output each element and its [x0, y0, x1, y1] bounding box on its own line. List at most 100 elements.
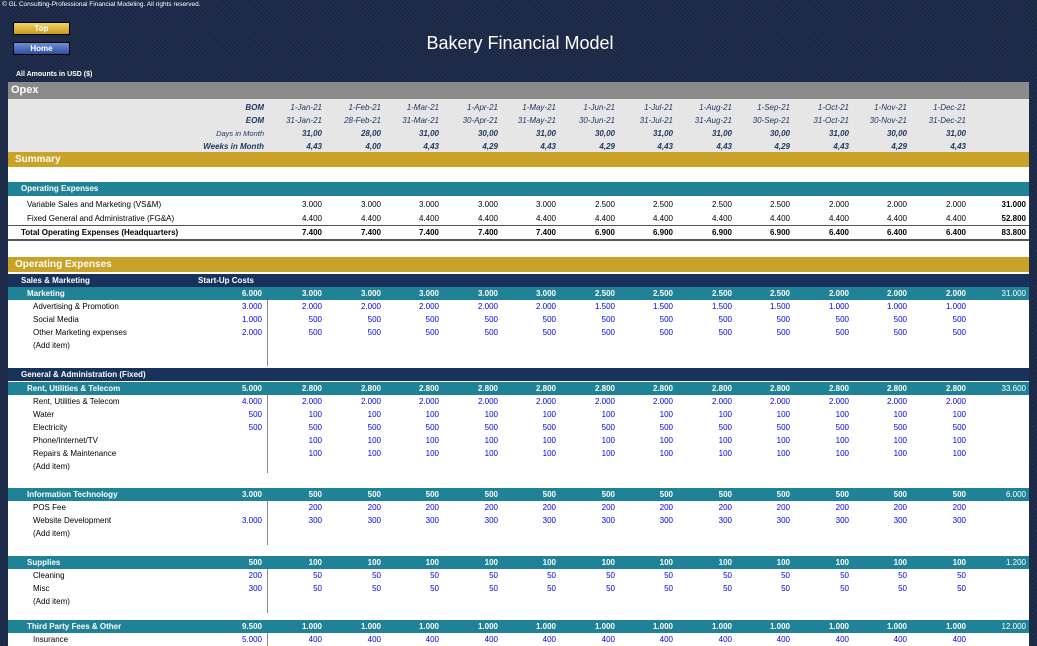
month-value[interactable]: 4.400 — [383, 212, 439, 225]
month-value[interactable]: 500 — [676, 421, 732, 434]
month-value[interactable]: 2.000 — [910, 198, 966, 211]
month-value[interactable]: 1-May-21 — [500, 101, 556, 114]
month-value[interactable]: 2.800 — [500, 382, 556, 395]
month-value[interactable]: 100 — [910, 447, 966, 460]
startup-cost[interactable]: 200 — [196, 569, 262, 582]
month-value[interactable]: 2.000 — [676, 395, 732, 408]
month-value[interactable]: 100 — [851, 434, 907, 447]
month-value[interactable]: 500 — [617, 488, 673, 501]
month-value[interactable]: 2.800 — [617, 382, 673, 395]
month-value[interactable]: 6.400 — [851, 226, 907, 239]
month-value[interactable]: 2.800 — [910, 382, 966, 395]
month-value[interactable]: 1.000 — [676, 620, 732, 633]
month-value[interactable]: 2.000 — [910, 287, 966, 300]
month-value[interactable]: 30-Jun-21 — [559, 114, 615, 127]
month-value[interactable]: 500 — [266, 326, 322, 339]
month-value[interactable]: 100 — [734, 447, 790, 460]
startup-cost[interactable]: 3.000 — [196, 514, 262, 527]
month-value[interactable]: 300 — [734, 514, 790, 527]
month-value[interactable]: 500 — [793, 313, 849, 326]
month-value[interactable]: 500 — [793, 421, 849, 434]
month-value[interactable]: 50 — [325, 569, 381, 582]
month-value[interactable]: 500 — [266, 421, 322, 434]
month-value[interactable]: 50 — [910, 582, 966, 595]
month-value[interactable]: 200 — [910, 501, 966, 514]
month-value[interactable]: 1.000 — [442, 620, 498, 633]
month-value[interactable]: 100 — [266, 408, 322, 421]
month-value[interactable]: 31,00 — [383, 127, 439, 140]
month-value[interactable]: 1.000 — [617, 620, 673, 633]
month-value[interactable]: 2.500 — [676, 287, 732, 300]
month-value[interactable]: 500 — [383, 488, 439, 501]
month-value[interactable]: 31,00 — [617, 127, 673, 140]
month-value[interactable]: 200 — [734, 501, 790, 514]
month-value[interactable]: 200 — [617, 501, 673, 514]
month-value[interactable]: 500 — [325, 421, 381, 434]
month-value[interactable]: 50 — [383, 582, 439, 595]
month-value[interactable]: 100 — [325, 434, 381, 447]
month-value[interactable]: 500 — [559, 488, 615, 501]
month-value[interactable]: 31,00 — [910, 127, 966, 140]
month-value[interactable]: 1-Nov-21 — [851, 101, 907, 114]
month-value[interactable]: 2.000 — [793, 198, 849, 211]
month-value[interactable]: 100 — [617, 556, 673, 569]
month-value[interactable]: 400 — [910, 633, 966, 646]
month-value[interactable]: 300 — [442, 514, 498, 527]
month-value[interactable]: 1-Jun-21 — [559, 101, 615, 114]
month-value[interactable]: 100 — [734, 556, 790, 569]
month-value[interactable]: 50 — [793, 582, 849, 595]
month-value[interactable]: 100 — [676, 556, 732, 569]
month-value[interactable]: 30-Nov-21 — [851, 114, 907, 127]
startup-cost[interactable]: 500 — [196, 408, 262, 421]
month-value[interactable]: 400 — [793, 633, 849, 646]
month-value[interactable]: 30-Sep-21 — [734, 114, 790, 127]
month-value[interactable]: 500 — [383, 421, 439, 434]
month-value[interactable]: 500 — [266, 488, 322, 501]
month-value[interactable]: 2.000 — [500, 300, 556, 313]
month-value[interactable]: 100 — [266, 434, 322, 447]
month-value[interactable]: 2.000 — [383, 395, 439, 408]
month-value[interactable]: 6.900 — [734, 226, 790, 239]
month-value[interactable]: 400 — [383, 633, 439, 646]
month-value[interactable]: 1.000 — [266, 620, 322, 633]
month-value[interactable]: 50 — [442, 569, 498, 582]
month-value[interactable]: 31,00 — [500, 127, 556, 140]
month-value[interactable]: 2.500 — [734, 287, 790, 300]
month-value[interactable]: 4.400 — [676, 212, 732, 225]
month-value[interactable]: 4.400 — [734, 212, 790, 225]
month-value[interactable]: 2.000 — [325, 395, 381, 408]
month-value[interactable]: 400 — [559, 633, 615, 646]
month-value[interactable]: 31,00 — [676, 127, 732, 140]
month-value[interactable]: 50 — [266, 582, 322, 595]
month-value[interactable]: 500 — [617, 421, 673, 434]
month-value[interactable]: 500 — [851, 421, 907, 434]
month-value[interactable]: 100 — [676, 447, 732, 460]
month-value[interactable]: 1.000 — [383, 620, 439, 633]
month-value[interactable]: 100 — [500, 447, 556, 460]
month-value[interactable]: 2.000 — [793, 287, 849, 300]
month-value[interactable]: 400 — [325, 633, 381, 646]
month-value[interactable]: 200 — [266, 501, 322, 514]
month-value[interactable]: 500 — [500, 488, 556, 501]
month-value[interactable]: 3.000 — [266, 198, 322, 211]
month-value[interactable]: 100 — [442, 447, 498, 460]
month-value[interactable]: 1.000 — [559, 620, 615, 633]
month-value[interactable]: 2.500 — [617, 287, 673, 300]
month-value[interactable]: 100 — [617, 434, 673, 447]
month-value[interactable]: 30,00 — [442, 127, 498, 140]
month-value[interactable]: 100 — [500, 408, 556, 421]
month-value[interactable]: 300 — [617, 514, 673, 527]
month-value[interactable]: 31-Aug-21 — [676, 114, 732, 127]
month-value[interactable]: 100 — [325, 556, 381, 569]
month-value[interactable]: 50 — [793, 569, 849, 582]
month-value[interactable]: 500 — [676, 326, 732, 339]
month-value[interactable]: 2.800 — [734, 382, 790, 395]
month-value[interactable]: 4.400 — [559, 212, 615, 225]
month-value[interactable]: 50 — [559, 582, 615, 595]
month-value[interactable]: 500 — [500, 421, 556, 434]
month-value[interactable]: 1.000 — [793, 300, 849, 313]
month-value[interactable]: 400 — [500, 633, 556, 646]
month-value[interactable]: 100 — [266, 447, 322, 460]
month-value[interactable]: 28-Feb-21 — [325, 114, 381, 127]
month-value[interactable]: 2.000 — [559, 395, 615, 408]
